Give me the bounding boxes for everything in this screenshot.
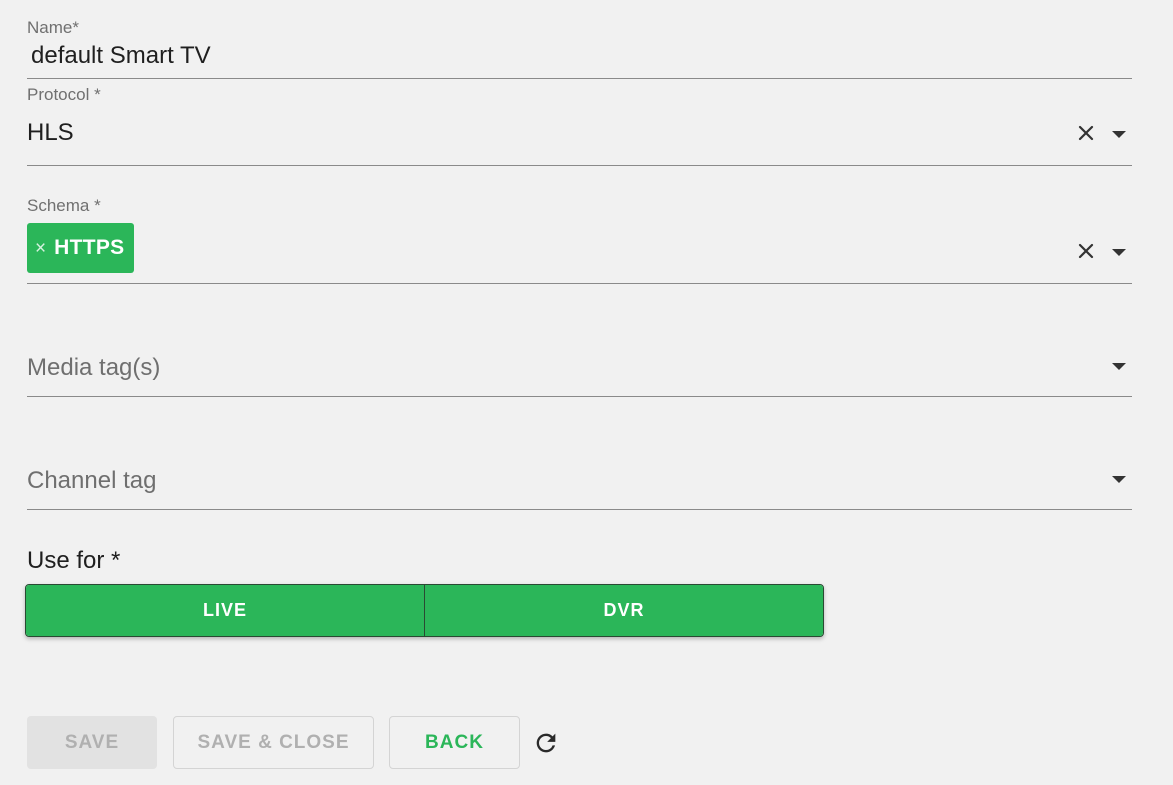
protocol-clear-icon[interactable] xyxy=(1077,124,1095,142)
media-tags-chevron-down-icon[interactable] xyxy=(1112,363,1126,370)
channel-tag-chevron-down-icon[interactable] xyxy=(1112,476,1126,483)
media-tags-placeholder[interactable]: Media tag(s) xyxy=(27,354,160,382)
chip-remove-icon[interactable]: × xyxy=(35,239,46,258)
toggle-dvr-button[interactable]: DVR xyxy=(424,585,823,636)
schema-label: Schema * xyxy=(27,196,101,215)
use-for-toggle-group: LIVE DVR xyxy=(25,584,824,637)
channel-tag-underline xyxy=(27,509,1132,510)
name-label: Name* xyxy=(27,18,79,37)
save-and-close-button[interactable]: SAVE & CLOSE xyxy=(173,716,374,769)
schema-underline xyxy=(27,283,1132,284)
toggle-live-button[interactable]: LIVE xyxy=(26,585,424,636)
media-tags-underline xyxy=(27,396,1132,397)
schema-clear-icon[interactable] xyxy=(1077,242,1095,260)
schema-chip: × HTTPS xyxy=(27,223,134,273)
use-for-label: Use for * xyxy=(27,547,121,574)
protocol-value[interactable]: HLS xyxy=(27,119,74,147)
save-button[interactable]: SAVE xyxy=(27,716,157,769)
protocol-underline xyxy=(27,165,1132,166)
channel-tag-placeholder[interactable]: Channel tag xyxy=(27,467,156,495)
back-button[interactable]: BACK xyxy=(389,716,520,769)
schema-chevron-down-icon[interactable] xyxy=(1112,249,1126,256)
chip-label: HTTPS xyxy=(54,236,125,259)
protocol-chevron-down-icon[interactable] xyxy=(1112,131,1126,138)
protocol-label: Protocol * xyxy=(27,85,101,104)
name-underline xyxy=(27,78,1132,79)
name-input[interactable]: default Smart TV xyxy=(31,42,211,70)
refresh-icon[interactable] xyxy=(532,729,560,757)
